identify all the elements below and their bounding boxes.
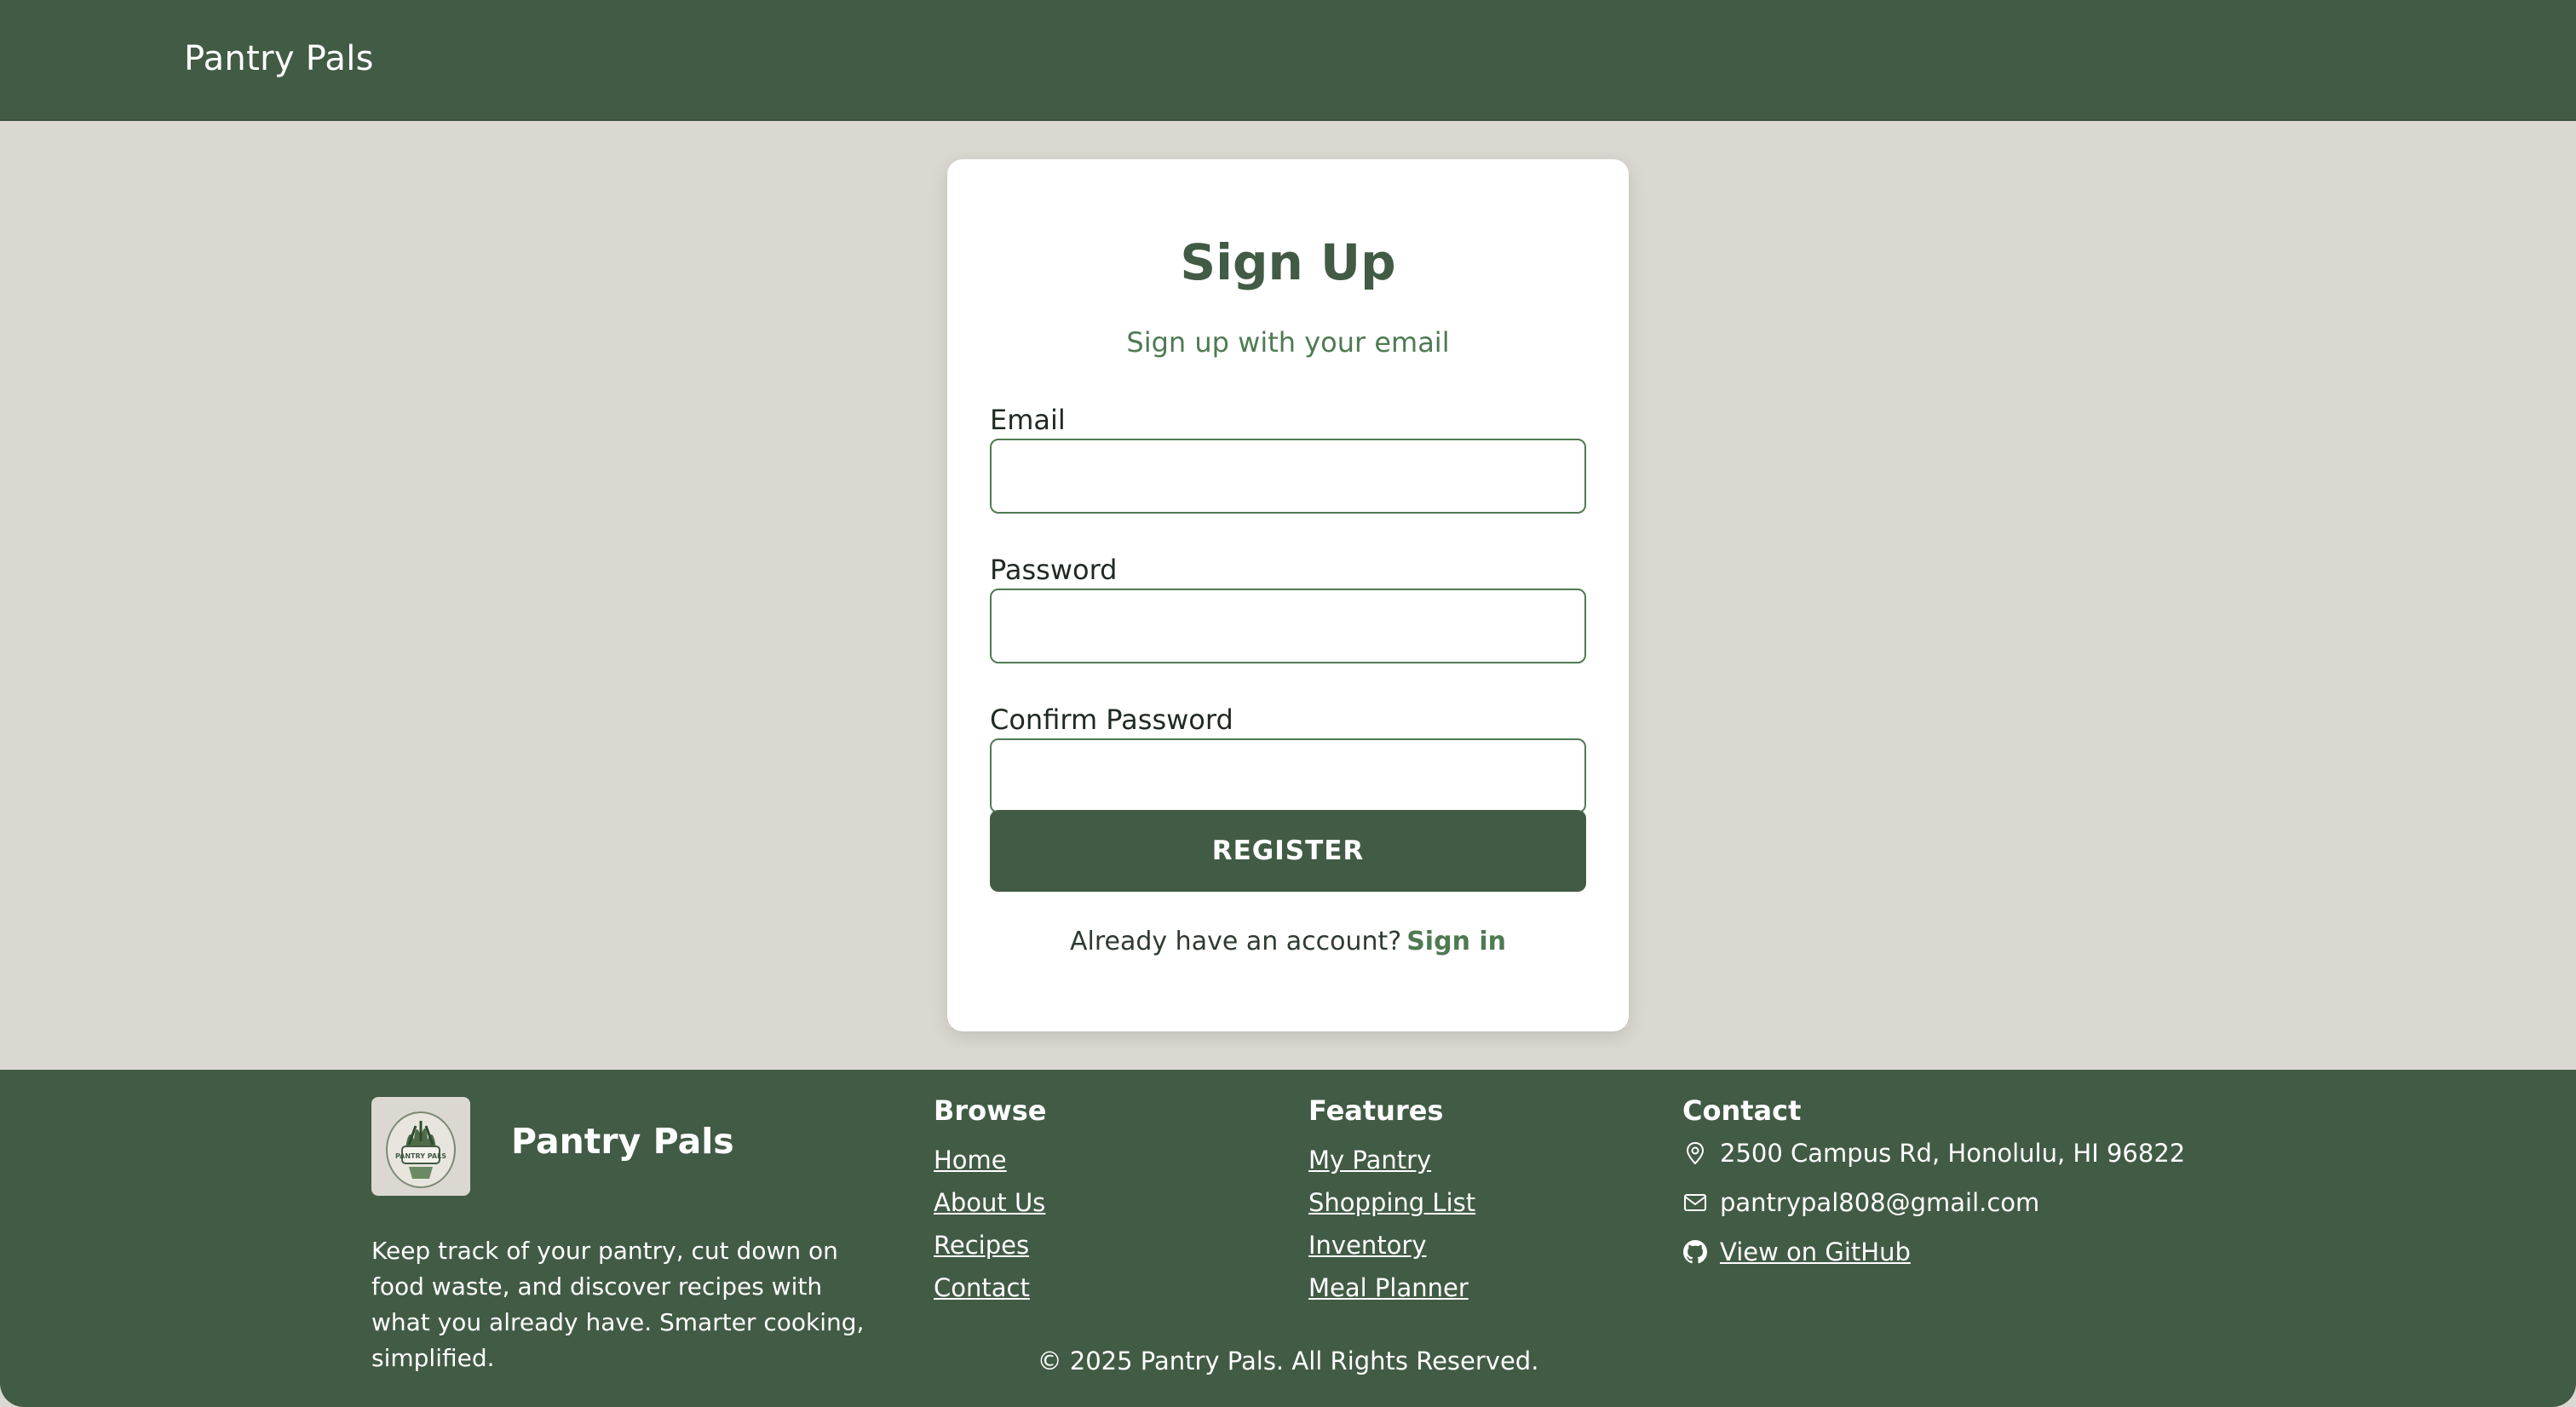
footer-link-my-pantry[interactable]: My Pantry bbox=[1308, 1148, 1431, 1173]
register-button[interactable]: REGISTER bbox=[990, 810, 1586, 892]
footer-link-contact[interactable]: Contact bbox=[934, 1276, 1030, 1301]
pantry-pals-logo: PANTRY PALS bbox=[371, 1097, 470, 1196]
footer-link-inventory[interactable]: Inventory bbox=[1308, 1233, 1427, 1258]
confirm-password-label: Confirm Password bbox=[990, 704, 1233, 736]
contact-heading: Contact bbox=[1682, 1094, 1802, 1127]
features-heading: Features bbox=[1308, 1094, 1444, 1127]
contact-email-row: pantrypal808@gmail.com bbox=[1682, 1187, 2039, 1218]
signup-subtitle: Sign up with your email bbox=[1126, 326, 1450, 359]
footer-link-home[interactable]: Home bbox=[934, 1148, 1007, 1173]
copyright-text: © 2025 Pantry Pals. All Rights Reserved. bbox=[1037, 1347, 1539, 1375]
confirm-password-field[interactable] bbox=[990, 738, 1586, 813]
github-icon bbox=[1682, 1239, 1708, 1265]
github-link[interactable]: View on GitHub bbox=[1720, 1239, 1911, 1265]
browse-heading: Browse bbox=[934, 1094, 1047, 1127]
email-label: Email bbox=[990, 404, 1066, 436]
navbar-brand-link[interactable]: Pantry Pals bbox=[184, 0, 374, 121]
app-window: Pantry Pals Sign Up Sign up with your em… bbox=[0, 0, 2576, 1407]
email-field[interactable] bbox=[990, 439, 1586, 514]
contact-email: pantrypal808@gmail.com bbox=[1720, 1187, 2040, 1217]
password-label: Password bbox=[990, 554, 1118, 586]
account-prompt-text: Already have an account? bbox=[1069, 927, 1402, 956]
top-navbar: Pantry Pals bbox=[0, 0, 2576, 121]
footer-brand: Pantry Pals bbox=[511, 1121, 734, 1162]
footer-link-recipes[interactable]: Recipes bbox=[934, 1233, 1029, 1258]
site-footer: PANTRY PALS Pantry Pals Keep track of yo… bbox=[0, 1070, 2576, 1407]
map-pin-icon bbox=[1682, 1140, 1708, 1166]
footer-link-shopping-list[interactable]: Shopping List bbox=[1308, 1191, 1475, 1215]
logo-text: PANTRY PALS bbox=[395, 1152, 446, 1160]
contact-address: 2500 Campus Rd, Honolulu, HI 96822 bbox=[1720, 1138, 2186, 1168]
password-field[interactable] bbox=[990, 589, 1586, 663]
contact-address-row: 2500 Campus Rd, Honolulu, HI 96822 bbox=[1682, 1138, 2185, 1169]
signin-link[interactable]: Sign in bbox=[1406, 927, 1506, 956]
footer-link-meal-planner[interactable]: Meal Planner bbox=[1308, 1276, 1469, 1301]
main-content: Sign Up Sign up with your email Email Pa… bbox=[0, 121, 2576, 1070]
signup-title: Sign Up bbox=[1180, 233, 1396, 291]
contact-github-row: View on GitHub bbox=[1682, 1237, 1911, 1267]
footer-link-about-us[interactable]: About Us bbox=[934, 1191, 1045, 1215]
signup-card: Sign Up Sign up with your email Email Pa… bbox=[947, 159, 1629, 1031]
envelope-icon bbox=[1682, 1190, 1708, 1215]
signin-prompt: Already have an account? Sign in bbox=[947, 929, 1629, 955]
